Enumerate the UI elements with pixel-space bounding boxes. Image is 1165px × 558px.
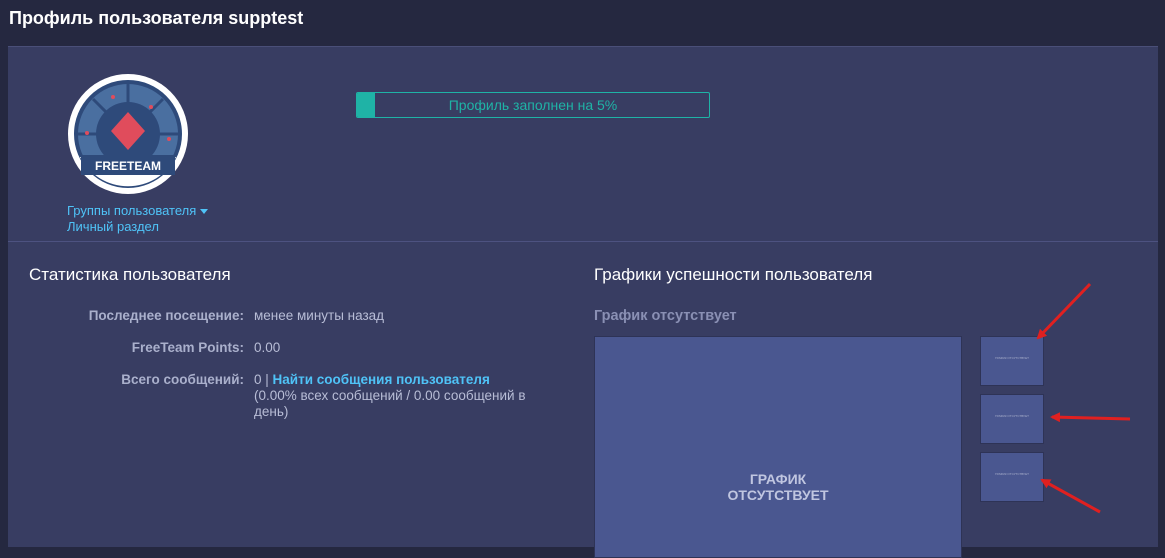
- profile-completion-text: Профиль заполнен на 5%: [448, 97, 618, 113]
- thumb-placeholder-text: ГРАФИК ОТСУТСТВУЕТ: [995, 414, 1029, 418]
- main-chart-placeholder-text: ГРАФИК ОТСУТСТВУЕТ: [727, 471, 829, 503]
- post-count: 0 |: [254, 372, 273, 387]
- main-chart-placeholder: ГРАФИК ОТСУТСТВУЕТ: [594, 336, 962, 558]
- avatar[interactable]: FREETEAM: [67, 73, 189, 195]
- user-groups-link[interactable]: Группы пользователя: [67, 203, 209, 218]
- charts-title: Графики успешности пользователя: [594, 265, 873, 284]
- thumb-placeholder-text: ГРАФИК ОТСУТСТВУЕТ: [995, 472, 1029, 476]
- chart-missing-label: График отсутствует: [594, 308, 737, 324]
- avatar-logo-text: FREETEAM: [95, 159, 161, 173]
- personal-section-link[interactable]: Личный раздел: [67, 219, 159, 234]
- chart-thumbnail-2[interactable]: ГРАФИК ОТСУТСТВУЕТ: [980, 394, 1044, 444]
- stat-value: 0.00: [254, 340, 281, 355]
- post-ratio: (0.00% всех сообщений / 0.00 сообщений в…: [254, 388, 526, 419]
- user-groups-label: Группы пользователя: [67, 203, 197, 218]
- thumb-placeholder-text: ГРАФИК ОТСУТСТВУЕТ: [995, 356, 1029, 360]
- chart-thumbnail-1[interactable]: ГРАФИК ОТСУТСТВУЕТ: [980, 336, 1044, 386]
- stats-title: Статистика пользователя: [29, 265, 231, 284]
- profile-completion-bar: Профиль заполнен на 5%: [356, 92, 710, 118]
- stat-label: Всего сообщений:: [121, 372, 244, 387]
- section-divider: [8, 241, 1158, 242]
- profile-panel: FREETEAM Группы пользователя Личный разд…: [8, 46, 1158, 558]
- page-title: Профиль пользователя supptest: [9, 8, 304, 28]
- stat-label: Последнее посещение:: [88, 308, 244, 323]
- stat-value: 0 | Найти сообщения пользователя (0.00% …: [254, 372, 554, 420]
- find-posts-link[interactable]: Найти сообщения пользователя: [273, 372, 490, 387]
- caret-down-icon: [200, 209, 209, 215]
- stat-value: менее минуты назад: [254, 308, 385, 323]
- chart-thumbnail-3[interactable]: ГРАФИК ОТСУТСТВУЕТ: [980, 452, 1044, 502]
- stat-label: FreeTeam Points:: [131, 340, 244, 355]
